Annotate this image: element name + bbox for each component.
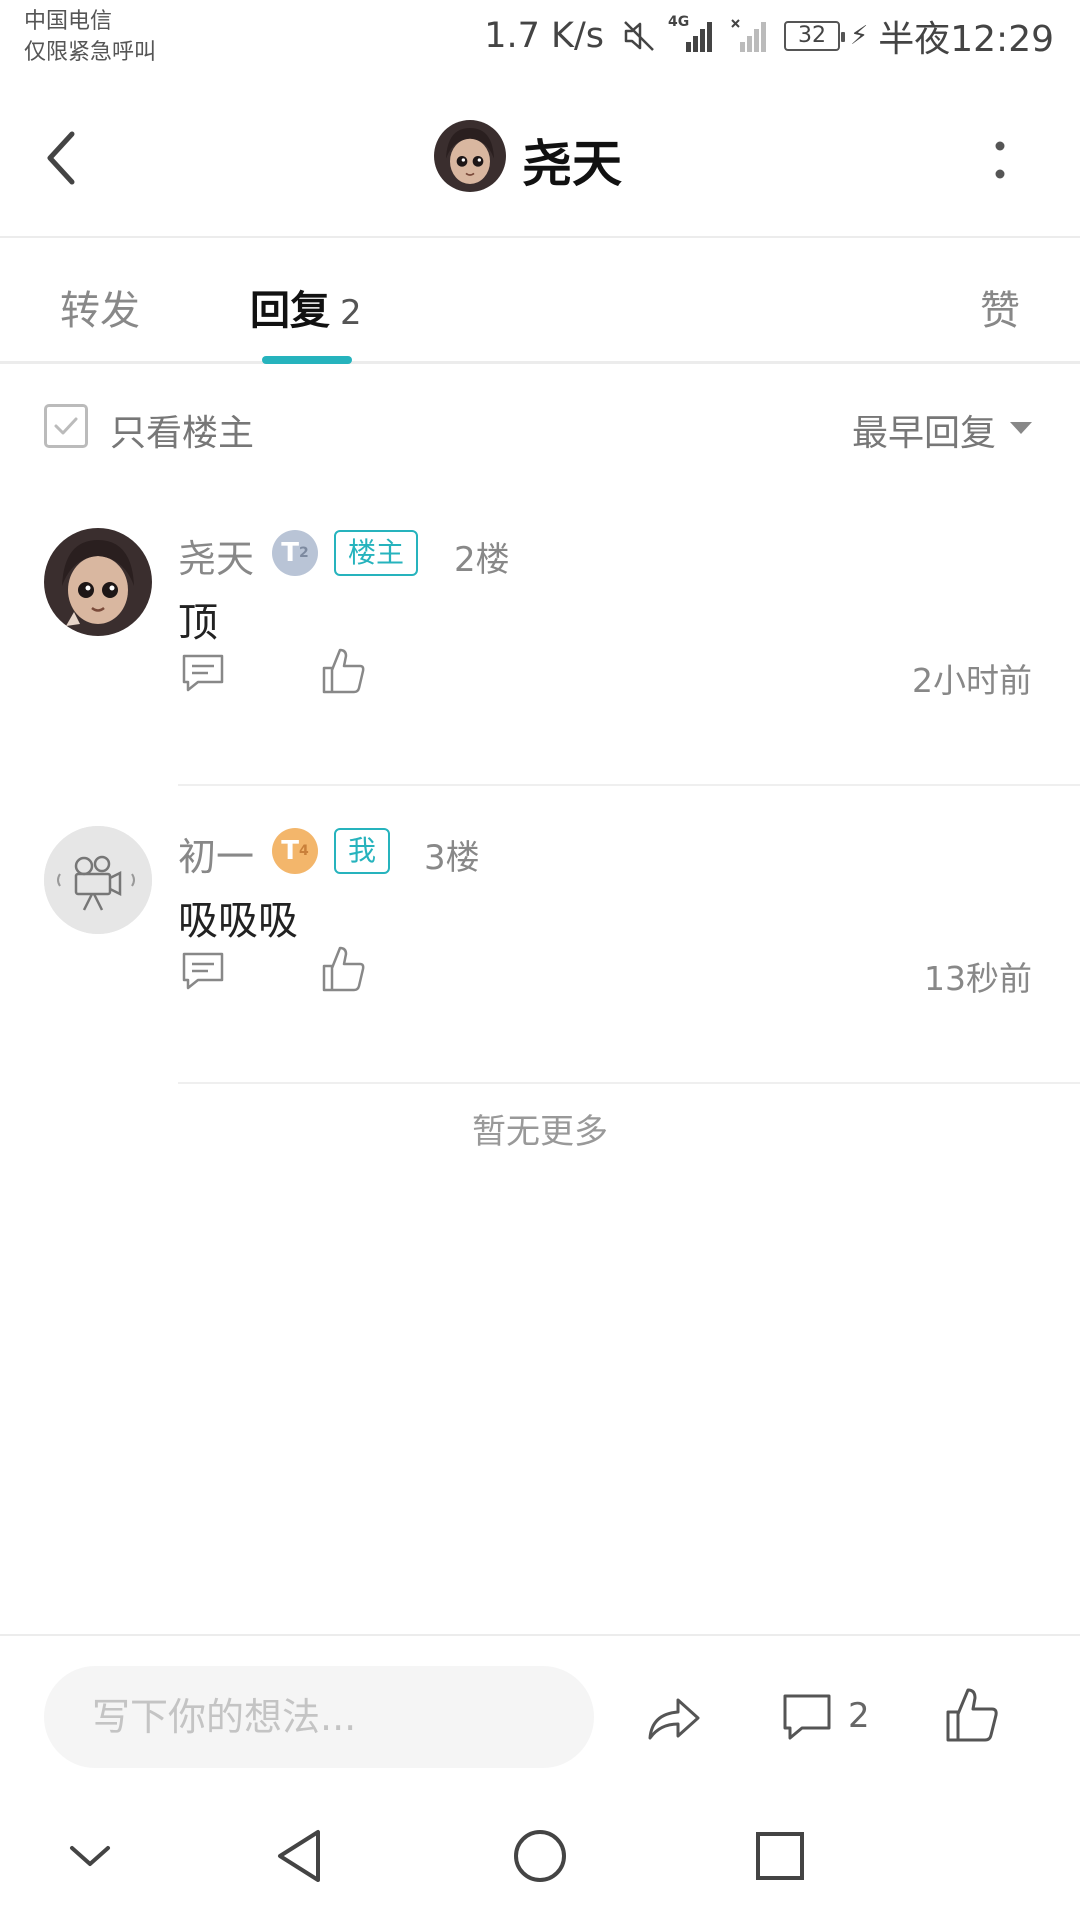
comment-icon[interactable] — [180, 650, 226, 696]
level-number: 4 — [299, 843, 309, 859]
carrier-status: 仅限紧急呼叫 — [24, 40, 157, 65]
no-signal-icon — [731, 19, 766, 52]
divider — [178, 1082, 1080, 1084]
floor-number: 3楼 — [424, 838, 480, 878]
caret-down-icon[interactable] — [1010, 422, 1032, 434]
top-app-bar: 尧天 — [0, 80, 1080, 238]
bottom-action-bar: 2 — [0, 1634, 1080, 1780]
tab-reply-label: 回复 — [250, 288, 330, 334]
reply-time: 13秒前 — [924, 959, 1032, 998]
level-number: 2 — [299, 545, 309, 561]
level-badge: T2 — [272, 530, 318, 576]
comment-count[interactable]: 2 — [848, 1696, 870, 1736]
sort-dropdown[interactable]: 最早回复 — [852, 404, 996, 456]
avatar[interactable] — [44, 826, 152, 934]
status-indicators: 1.7 K/s 4G 32 ⚡ 半夜12:29 — [484, 14, 1054, 60]
level-badge: T4 — [272, 828, 318, 874]
charging-icon: ⚡ — [849, 21, 869, 51]
home-circle-icon[interactable] — [508, 1824, 572, 1888]
author-avatar[interactable] — [434, 120, 506, 192]
username[interactable]: 尧天 — [178, 528, 254, 583]
op-tag: 楼主 — [334, 530, 419, 576]
reply-item: 尧天 T2 楼主 2楼 顶 2小时前 — [0, 488, 1080, 786]
carrier-info: 中国电信 仅限紧急呼叫 — [24, 6, 156, 68]
status-bar: 中国电信 仅限紧急呼叫 1.7 K/s 4G 32 ⚡ 半夜12:29 — [0, 0, 1080, 80]
floor-number: 2楼 — [454, 540, 510, 580]
chevron-down-icon[interactable] — [58, 1824, 122, 1888]
clock: 半夜12:29 — [878, 19, 1054, 60]
comment-icon[interactable] — [180, 948, 226, 994]
tab-bar: 转发 回复 2 赞 — [0, 238, 1080, 364]
reply-content: 顶 — [178, 600, 218, 646]
more-vertical-icon[interactable] — [980, 130, 1020, 190]
tab-forward[interactable]: 转发 — [60, 278, 140, 336]
back-arrow-icon[interactable] — [40, 120, 90, 196]
page-title: 尧天 — [522, 135, 622, 193]
reply-content: 吸吸吸 — [178, 898, 298, 944]
comment-icon[interactable] — [780, 1690, 834, 1744]
tab-reply-count: 2 — [340, 293, 362, 333]
level-letter: T — [281, 538, 299, 568]
system-nav-bar — [0, 1780, 1080, 1920]
only-op-label[interactable]: 只看楼主 — [110, 404, 254, 456]
thumbs-up-icon[interactable] — [944, 1686, 1000, 1744]
share-icon[interactable] — [644, 1690, 704, 1746]
active-tab-indicator — [262, 356, 352, 364]
mute-icon — [624, 21, 654, 51]
signal-icon: 4G — [668, 14, 718, 54]
reply-item: 初一 T4 我 3楼 吸吸吸 13秒前 — [0, 786, 1080, 1084]
avatar[interactable] — [44, 528, 152, 636]
reply-input[interactable] — [44, 1666, 594, 1768]
only-op-checkbox[interactable] — [44, 404, 88, 448]
check-icon — [54, 417, 78, 435]
me-tag: 我 — [334, 828, 391, 874]
tab-reply[interactable]: 回复 2 — [250, 278, 362, 336]
battery-level: 32 — [797, 23, 826, 48]
username[interactable]: 初一 — [178, 826, 254, 881]
level-letter: T — [281, 836, 299, 866]
thumbs-up-icon[interactable] — [320, 646, 366, 696]
end-of-list-text: 暂无更多 — [472, 1112, 608, 1152]
back-triangle-icon[interactable] — [268, 1824, 332, 1888]
thumbs-up-icon[interactable] — [320, 944, 366, 994]
recents-square-icon[interactable] — [748, 1824, 812, 1888]
battery-icon: 32 — [783, 21, 845, 51]
carrier-name: 中国电信 — [24, 9, 113, 34]
reply-time: 2小时前 — [912, 661, 1032, 700]
tab-like[interactable]: 赞 — [980, 278, 1020, 336]
net-speed: 1.7 K/s — [484, 16, 604, 56]
filter-row: 只看楼主 最早回复 — [0, 364, 1080, 488]
camera-placeholder-icon — [44, 826, 152, 934]
